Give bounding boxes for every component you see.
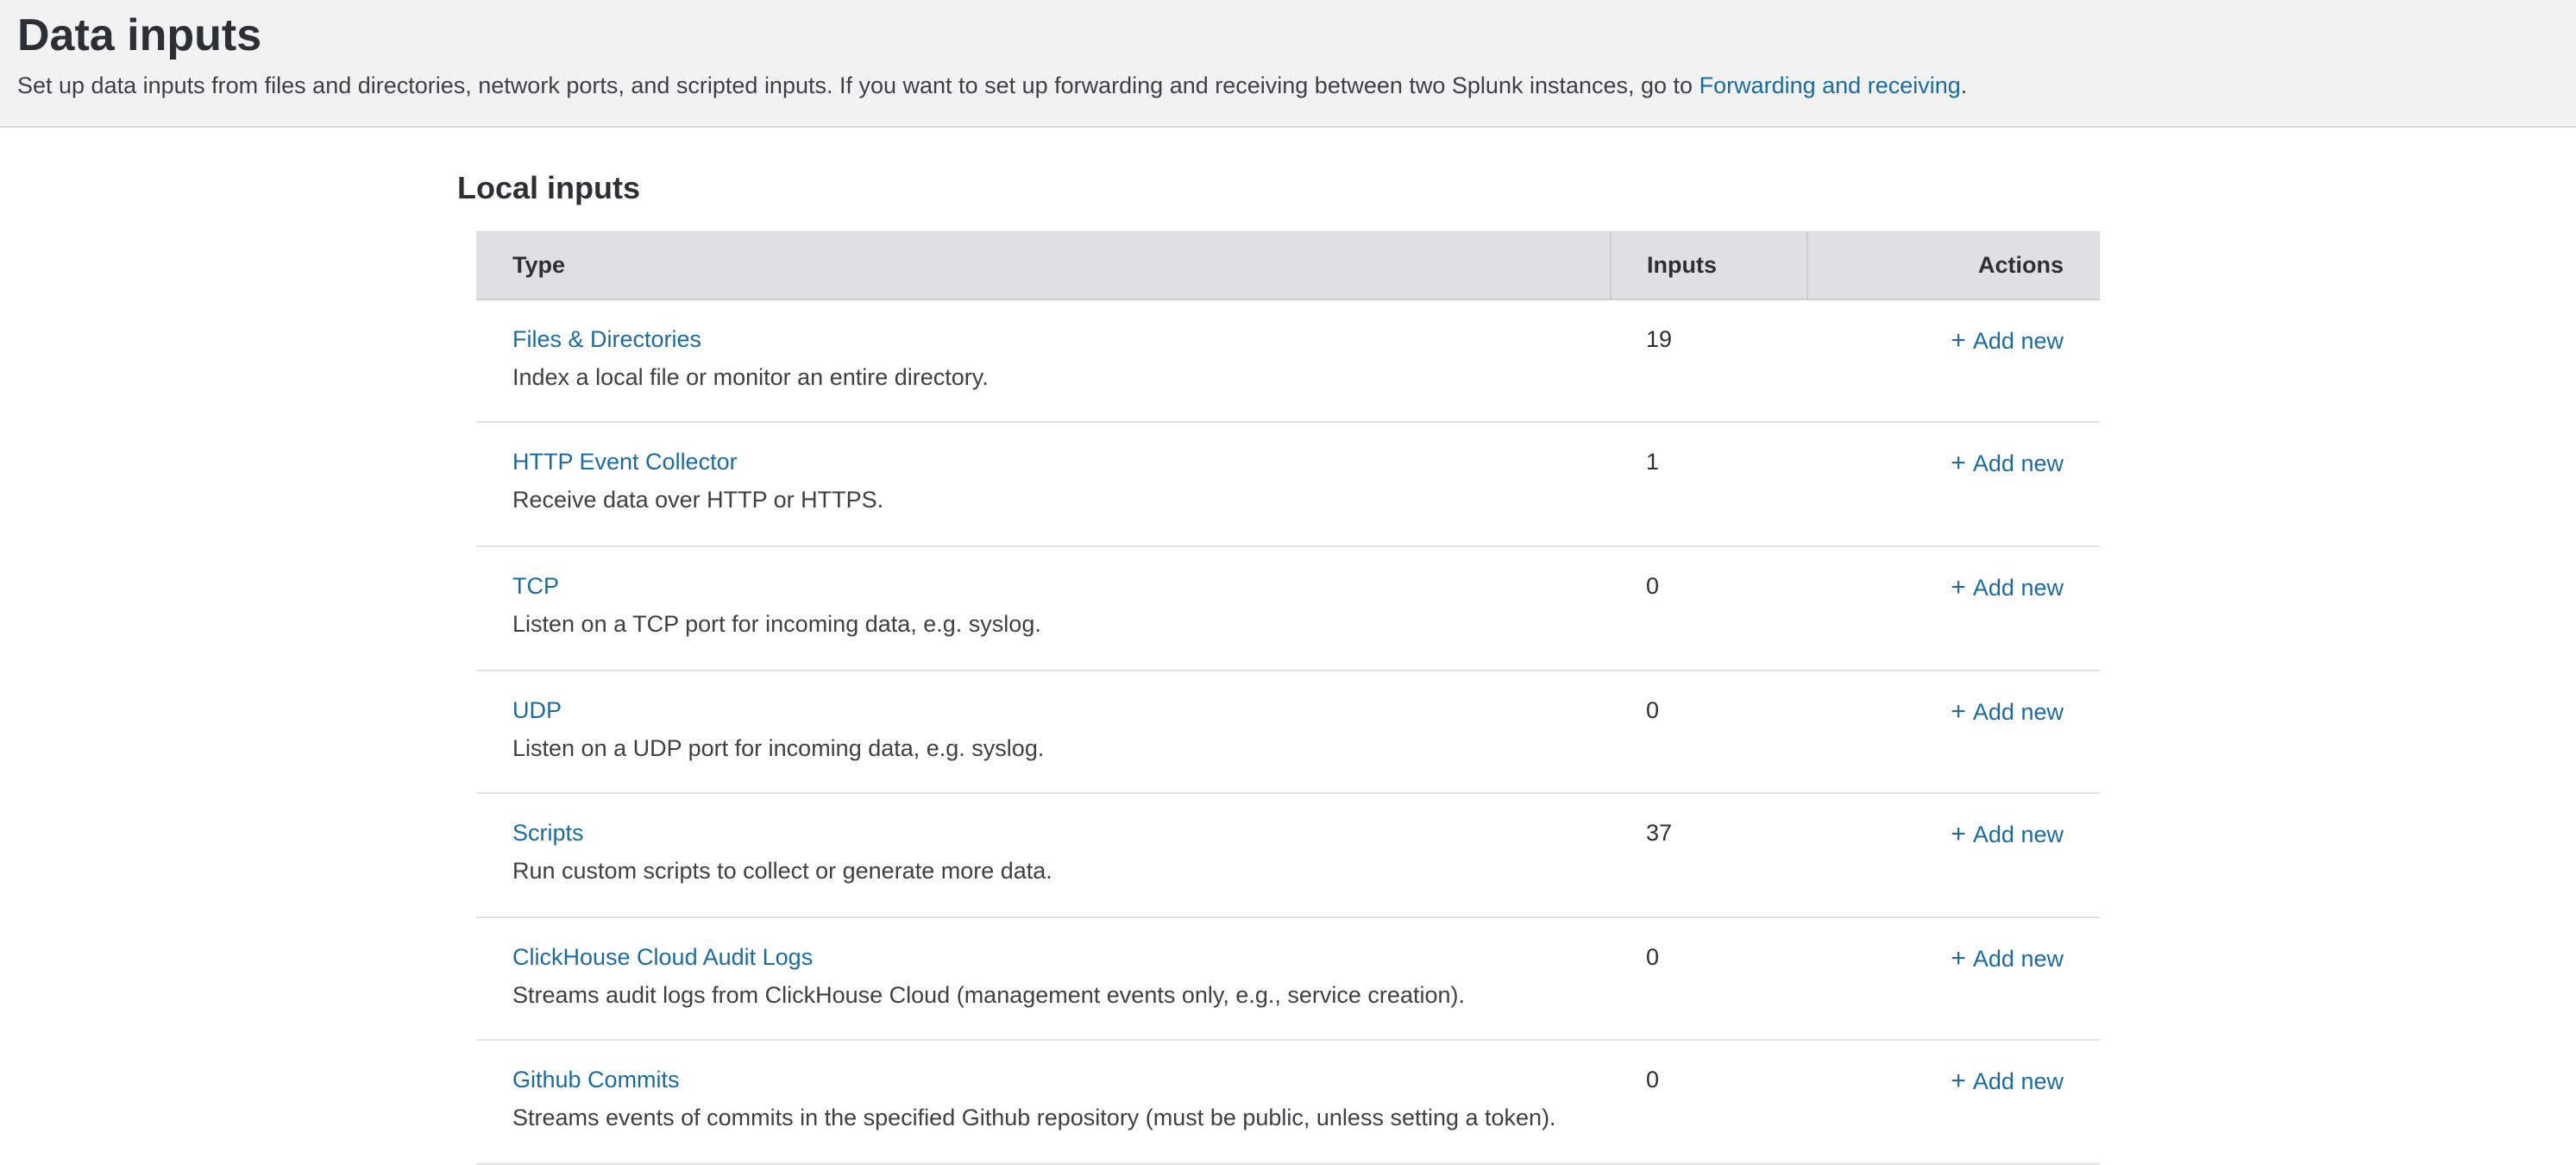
add-new-link[interactable]: + Add new [1951,945,2064,971]
table-row: Github Commits Streams events of commits… [476,1041,2100,1164]
add-new-label: Add new [1973,1069,2064,1095]
plus-icon: + [1951,696,1966,726]
column-header-actions: Actions [1806,231,2100,299]
input-type-description: Listen on a TCP port for incoming data, … [512,608,1575,641]
input-type-link[interactable]: Github Commits [512,1067,680,1093]
local-inputs-table: Type Inputs Actions Files & Directories … [476,231,2100,1165]
plus-icon: + [1951,820,1966,849]
input-type-description: Receive data over HTTP or HTTPS. [512,484,1575,518]
input-type-link[interactable]: HTTP Event Collector [512,450,738,475]
input-type-description: Index a local file or monitor an entire … [512,361,1575,394]
inputs-count: 19 [1610,299,1806,423]
inputs-count: 1 [1610,423,1806,546]
table-header: Type Inputs Actions [476,231,2100,299]
inputs-count: 0 [1610,546,1806,670]
add-new-link[interactable]: + Add new [1951,575,2064,601]
add-new-label: Add new [1973,451,2064,477]
plus-icon: + [1951,450,1966,479]
add-new-link[interactable]: + Add new [1951,328,2064,354]
input-type-link[interactable]: Files & Directories [512,326,701,352]
add-new-label: Add new [1973,328,2064,354]
inputs-count: 0 [1610,1041,1806,1164]
table-row: TCP Listen on a TCP port for incoming da… [476,546,2100,670]
input-type-description: Listen on a UDP port for incoming data, … [512,731,1575,765]
input-type-link[interactable]: ClickHouse Cloud Audit Logs [512,943,813,969]
plus-icon: + [1951,573,1966,602]
add-new-link[interactable]: + Add new [1951,1069,2064,1095]
add-new-label: Add new [1973,822,2064,847]
section-title: Local inputs [457,171,2576,207]
page-title: Data inputs [17,9,2555,62]
input-type-description: Streams events of commits in the specifi… [512,1102,1575,1136]
add-new-link[interactable]: + Add new [1951,822,2064,847]
table-row: Files & Directories Index a local file o… [476,299,2100,423]
page-header: Data inputs Set up data inputs from file… [0,0,2576,128]
add-new-label: Add new [1973,945,2064,971]
inputs-count: 0 [1610,916,1806,1040]
inputs-count: 0 [1610,670,1806,793]
table-row: Scripts Run custom scripts to collect or… [476,793,2100,916]
table-row: HTTP Event Collector Receive data over H… [476,423,2100,546]
add-new-label: Add new [1973,698,2064,724]
column-header-type: Type [476,231,1610,299]
input-type-description: Run custom scripts to collect or generat… [512,854,1575,888]
input-type-link[interactable]: UDP [512,696,562,722]
page-subtitle-period: . [1961,72,1968,98]
add-new-link[interactable]: + Add new [1951,698,2064,724]
plus-icon: + [1951,1067,1966,1097]
content-area: Local inputs Type Inputs Actions Files &… [0,128,2576,1165]
inputs-count: 37 [1610,793,1806,916]
plus-icon: + [1951,326,1966,356]
add-new-link[interactable]: + Add new [1951,451,2064,477]
page-subtitle-text: Set up data inputs from files and direct… [17,72,1700,98]
input-type-description: Streams audit logs from ClickHouse Cloud… [512,978,1575,1011]
plus-icon: + [1951,943,1966,973]
column-header-inputs: Inputs [1610,231,1806,299]
table-row: UDP Listen on a UDP port for incoming da… [476,670,2100,793]
add-new-label: Add new [1973,575,2064,601]
input-type-link[interactable]: TCP [512,573,559,599]
page: Data inputs Set up data inputs from file… [0,0,2576,1151]
input-type-link[interactable]: Scripts [512,820,584,846]
table-row: ClickHouse Cloud Audit Logs Streams audi… [476,916,2100,1040]
page-subtitle: Set up data inputs from files and direct… [17,71,2555,104]
forwarding-receiving-link[interactable]: Forwarding and receiving [1700,72,1961,98]
